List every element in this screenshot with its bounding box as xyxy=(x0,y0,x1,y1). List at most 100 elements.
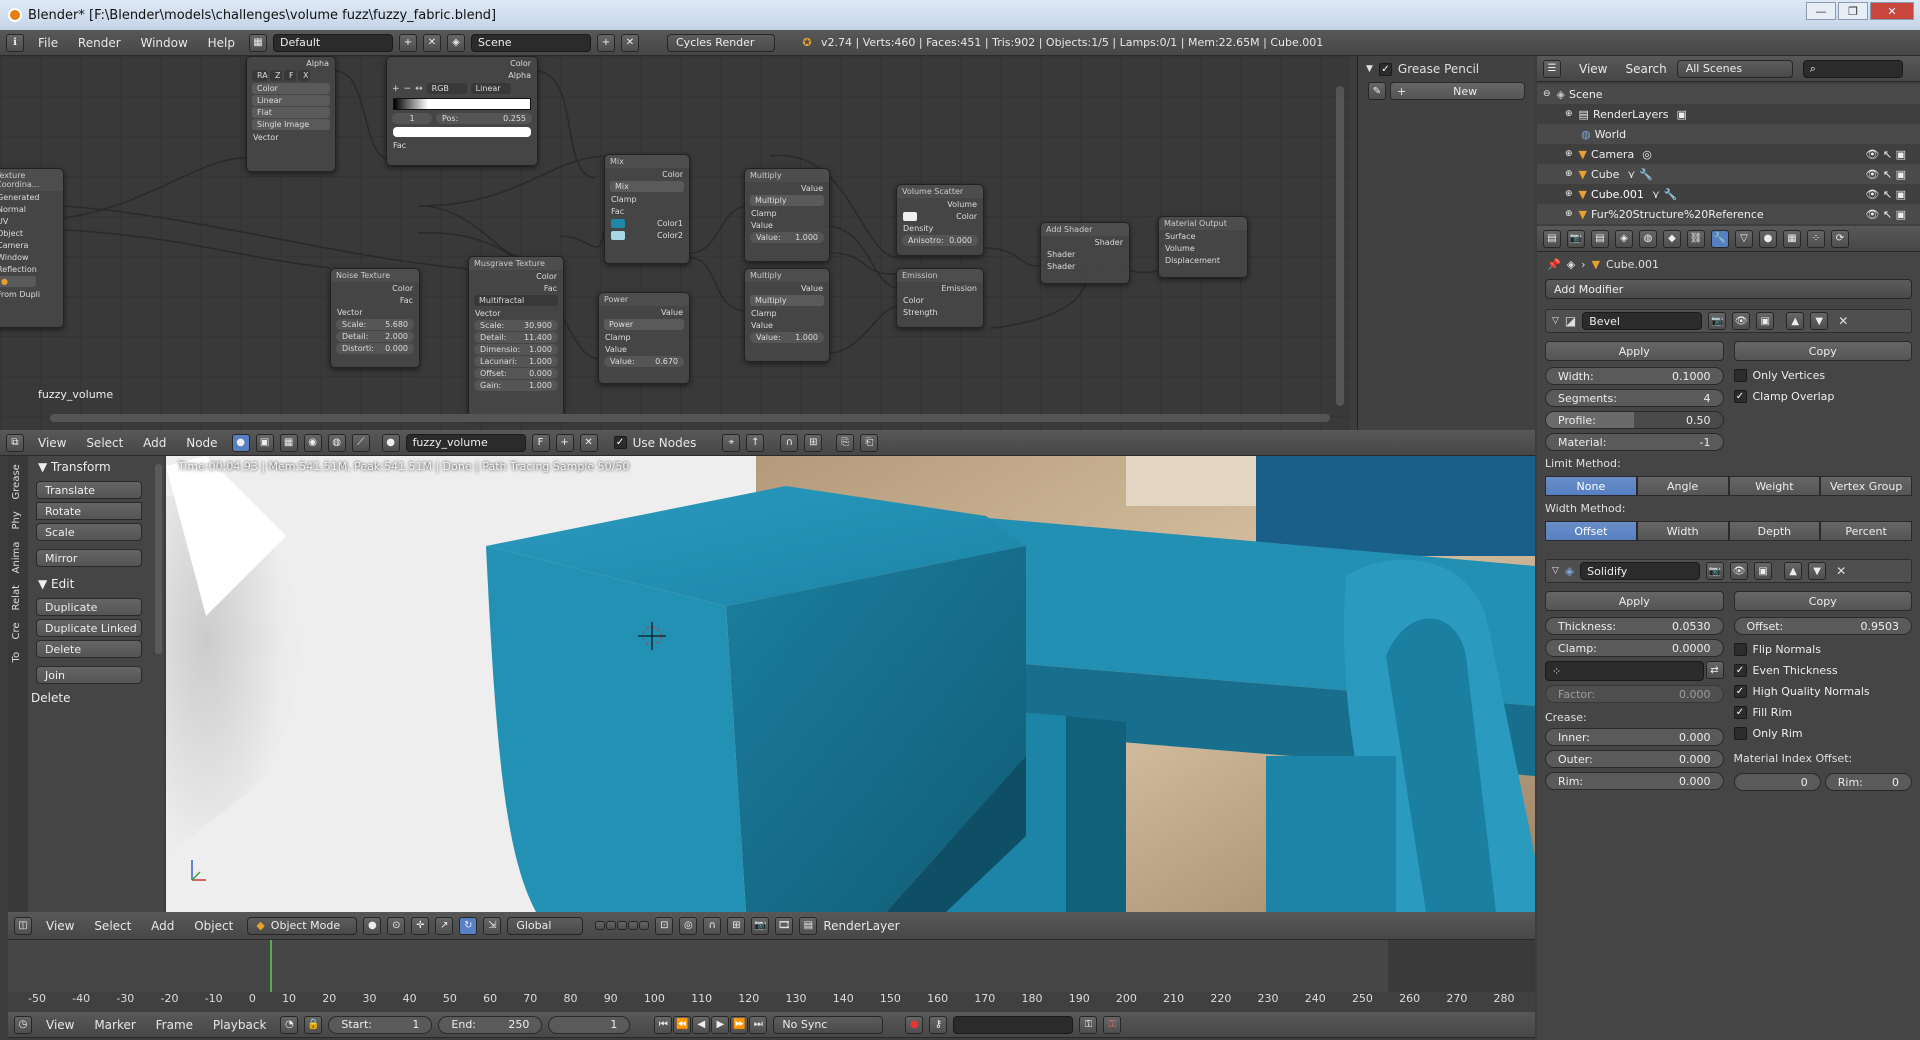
display-mode-dropdown[interactable]: All Scenes xyxy=(1676,59,1793,78)
mix-clamp-checkbox[interactable]: Clamp xyxy=(605,193,689,205)
menu-view[interactable]: View xyxy=(38,436,66,450)
menu-search[interactable]: Search xyxy=(1625,62,1666,76)
musgrave-scale-field[interactable]: Scale: 30.900 xyxy=(474,320,558,331)
scene-field[interactable]: Scene xyxy=(471,33,591,52)
ramp-interp-dropdown[interactable]: Linear xyxy=(470,83,511,94)
material-offset-field[interactable]: 0 xyxy=(1733,773,1821,791)
node-texture-coordinate[interactable]: Texture Coordina... Generated Normal UV … xyxy=(0,168,64,328)
new-grease-pencil-button[interactable]: + New xyxy=(1390,82,1525,100)
physics-tab-icon[interactable]: ⟳ xyxy=(1831,229,1849,248)
socket-color[interactable]: Color xyxy=(897,210,983,222)
tab-physics[interactable]: Phy xyxy=(11,511,22,529)
ramp-pos-value[interactable]: 0.255 xyxy=(503,114,526,123)
jump-end-icon[interactable]: ⏭ xyxy=(749,1015,768,1034)
transform-panel-header[interactable]: ▼ Transform xyxy=(30,456,164,478)
current-frame-line[interactable] xyxy=(270,940,272,992)
play-reverse-icon[interactable]: ◀ xyxy=(692,1015,711,1034)
record-icon[interactable]: ● xyxy=(905,1015,924,1034)
socket-color[interactable]: Color xyxy=(897,294,983,306)
menu-select[interactable]: Select xyxy=(94,919,131,933)
manipulator-icon[interactable]: ✛ xyxy=(411,916,430,935)
menu-help[interactable]: Help xyxy=(208,36,235,50)
show-viewport-icon[interactable]: 👁 xyxy=(1732,312,1751,330)
math-clamp-checkbox[interactable]: Clamp xyxy=(745,307,829,319)
menu-select[interactable]: Select xyxy=(86,436,123,450)
show-render-icon[interactable]: 📷 xyxy=(1708,312,1727,330)
image-projection-dropdown[interactable]: Flat xyxy=(252,107,330,118)
viewport-shading-icon[interactable]: ● xyxy=(363,916,382,935)
add-layout-icon[interactable]: + xyxy=(399,33,417,52)
pencil-icon[interactable]: ✎ xyxy=(1368,82,1386,100)
show-editmode-icon[interactable]: ▣ xyxy=(1754,562,1773,580)
collapse-triangle-icon[interactable]: ▼ xyxy=(1366,64,1373,74)
socket-camera[interactable]: Camera xyxy=(0,239,63,251)
duplicate-button[interactable]: Duplicate xyxy=(36,598,142,616)
remove-scene-icon[interactable]: ✕ xyxy=(621,33,639,52)
node-volume-scatter[interactable]: Volume Scatter Volume Color Density Anis… xyxy=(896,184,984,256)
node-obj-field[interactable]: ● xyxy=(0,276,36,287)
editor-type-icon[interactable]: ◷ xyxy=(14,1015,32,1034)
editor-type-icon[interactable]: ▤ xyxy=(1543,229,1561,248)
menu-view[interactable]: View xyxy=(46,1018,74,1032)
screen-layout-icon[interactable]: ▦ xyxy=(249,33,267,52)
show-editmode-icon[interactable]: ▣ xyxy=(1756,312,1775,330)
socket-normal[interactable]: Normal xyxy=(0,203,63,215)
socket-color[interactable]: Color xyxy=(387,57,537,69)
scene-icon[interactable]: ◈ xyxy=(447,33,465,52)
outliner-row-cube-001[interactable]: ⊕ ▼ Cube.001 ⋎ 🔧 👁 ↖ ▣ xyxy=(1537,184,1920,204)
copy-button[interactable]: Copy xyxy=(1733,341,1912,361)
vertex-group-field[interactable]: ⁘ xyxy=(1545,661,1704,681)
collapse-triangle-icon[interactable]: ▽ xyxy=(1552,316,1559,326)
menu-add[interactable]: Add xyxy=(151,919,174,933)
fill-rim-checkbox[interactable]: ✓ Fill Rim xyxy=(1733,706,1913,719)
socket-value-out[interactable]: Value xyxy=(745,282,829,294)
socket-volume[interactable]: Volume xyxy=(897,198,983,210)
ramp-flip-icon[interactable]: ↔ xyxy=(415,84,423,94)
lock-range-icon[interactable]: 🔒 xyxy=(304,1015,323,1034)
ramp-remove-icon[interactable]: − xyxy=(404,84,412,94)
data-tab-icon[interactable]: ▽ xyxy=(1735,229,1753,248)
socket-displacement[interactable]: Displacement xyxy=(1159,254,1247,266)
node-emission[interactable]: Emission Emission Color Strength xyxy=(896,268,984,328)
material-tab-icon[interactable]: ● xyxy=(1759,229,1777,248)
thickness-field[interactable]: Thickness: 0.0530 xyxy=(1545,617,1724,635)
multiply-value-field[interactable]: Value: 1.000 xyxy=(750,332,824,343)
material-browse-icon[interactable]: ● xyxy=(381,433,400,452)
image-interp-dropdown[interactable]: Linear xyxy=(252,95,330,106)
color-ramp-gradient[interactable] xyxy=(393,98,531,110)
ramp-add-icon[interactable]: + xyxy=(392,84,400,94)
menu-view[interactable]: View xyxy=(46,919,74,933)
join-button[interactable]: Join xyxy=(36,666,142,684)
scene-tab-icon[interactable]: ◈ xyxy=(1615,229,1633,248)
object-tab-icon[interactable]: ◆ xyxy=(1663,229,1681,248)
socket-density[interactable]: Density xyxy=(897,222,983,234)
node-editor[interactable]: Texture Coordina... Generated Normal UV … xyxy=(0,56,1350,430)
remove-modifier-icon[interactable]: ✕ xyxy=(1836,564,1846,578)
render-tab-icon[interactable]: 📷 xyxy=(1567,229,1585,248)
even-thickness-checkbox[interactable]: ✓ Even Thickness xyxy=(1733,664,1913,677)
end-frame-field[interactable]: End: 250 xyxy=(438,1015,543,1034)
constraints-tab-icon[interactable]: ⛓ xyxy=(1687,229,1705,248)
outliner-row-world[interactable]: ◍ World xyxy=(1537,124,1920,144)
world-tab-icon[interactable]: ◍ xyxy=(1639,229,1657,248)
musgrave-type-dropdown[interactable]: Multifractal xyxy=(474,295,558,306)
tab-tools[interactable]: To xyxy=(11,652,22,663)
socket-value-out[interactable]: Value xyxy=(599,306,689,318)
edit-panel-header[interactable]: ▼ Edit xyxy=(30,573,164,595)
socket-generated[interactable]: Generated xyxy=(0,191,63,203)
texture-tab-icon[interactable]: ▦ xyxy=(1783,229,1801,248)
bevel-panel-header[interactable]: ▽ ◪ Bevel 📷 👁 ▣ ▲ ▼ ✕ xyxy=(1545,309,1912,333)
particles-tab-icon[interactable]: ⁘ xyxy=(1807,229,1825,248)
compositor-icon[interactable]: ▣ xyxy=(255,433,274,452)
menu-window[interactable]: Window xyxy=(140,36,187,50)
limit-vertex-group-option[interactable]: Vertex Group xyxy=(1820,476,1912,496)
image-mode-z-button[interactable]: Z xyxy=(270,70,282,81)
only-rim-checkbox[interactable]: Only Rim xyxy=(1733,727,1913,740)
anisotropy-field[interactable]: Anisotro: 0.000 xyxy=(902,235,978,246)
node-mix[interactable]: Mix Color Mix Clamp Fac Color1 Color2 xyxy=(604,154,690,264)
socket-alpha[interactable]: Alpha xyxy=(247,57,335,69)
node-musgrave-texture[interactable]: Musgrave Texture Color Fac Multifractal … xyxy=(468,256,564,418)
image-mode-ra-button[interactable]: RA xyxy=(252,70,268,81)
power-value-field[interactable]: Value: 0.670 xyxy=(604,356,684,367)
proportional-edit-icon[interactable]: ◎ xyxy=(679,916,698,935)
